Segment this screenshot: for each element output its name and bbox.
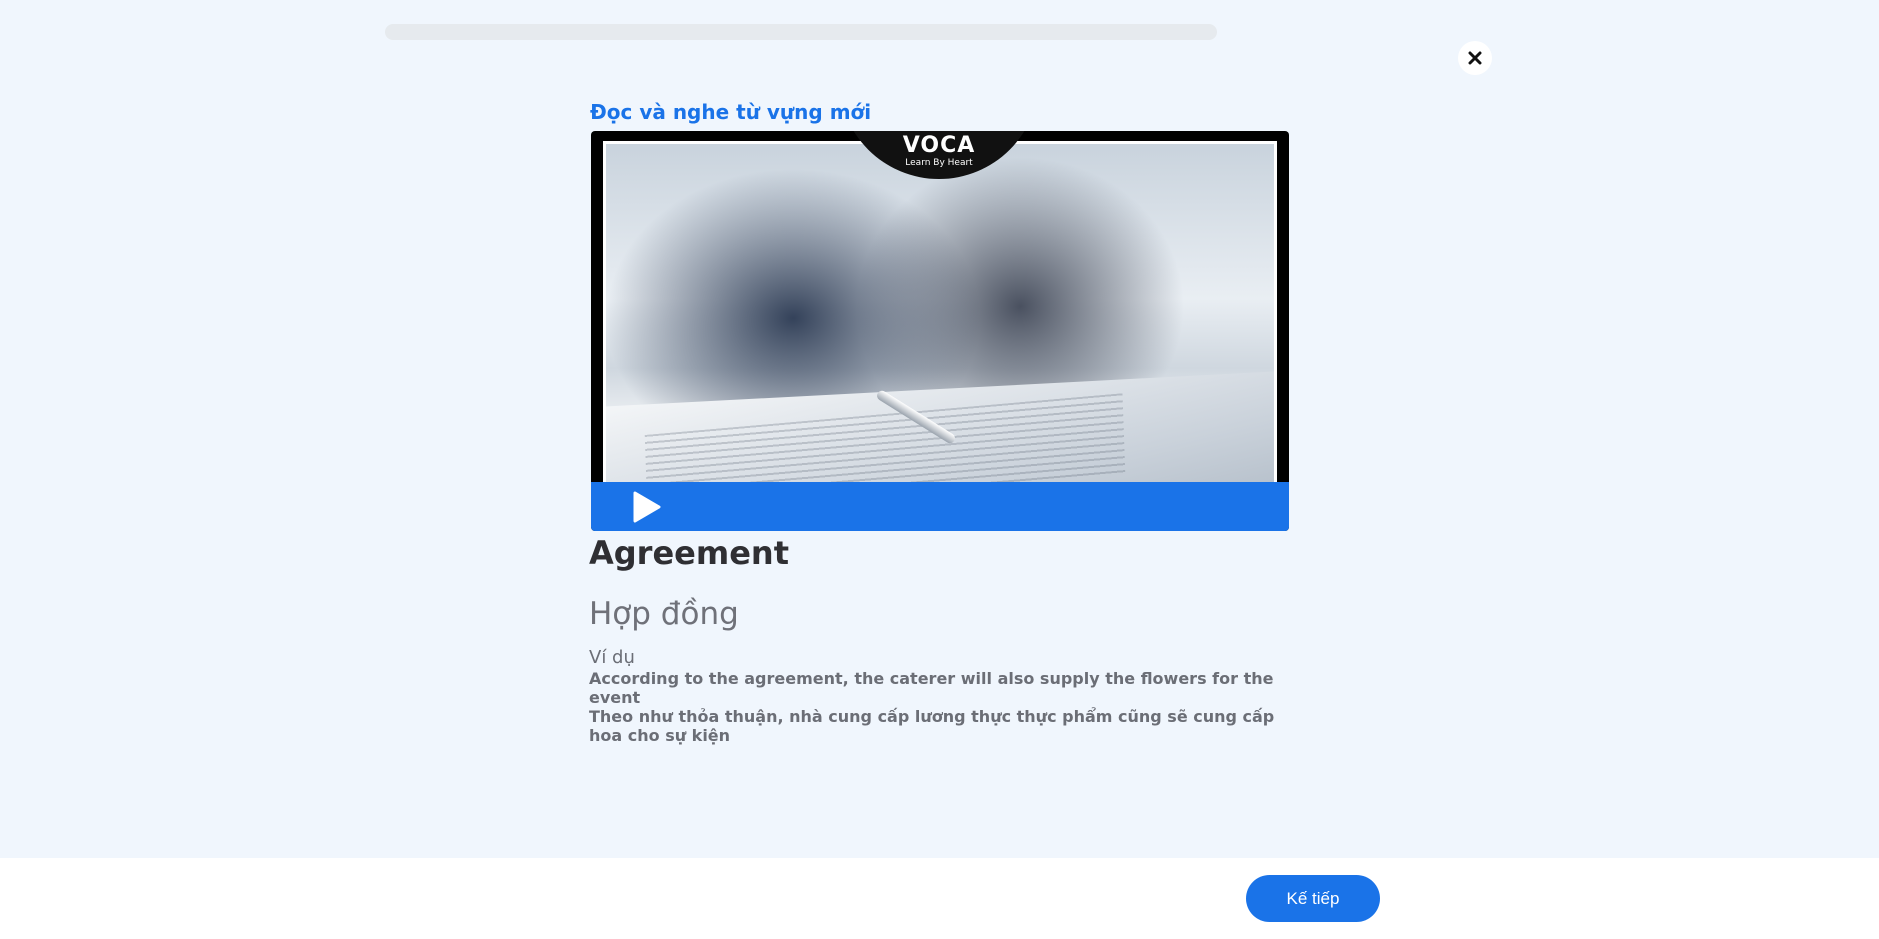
play-icon bbox=[633, 491, 661, 523]
vocab-translation: Hợp đồng bbox=[589, 596, 739, 632]
example-sentence-en: According to the agreement, the caterer … bbox=[589, 669, 1274, 707]
example-label: Ví dụ bbox=[589, 647, 635, 668]
vocab-illustration-image bbox=[603, 141, 1277, 531]
voca-logo-subtext: Learn By Heart bbox=[905, 158, 973, 168]
next-button[interactable]: Kế tiếp bbox=[1246, 875, 1380, 922]
voca-logo-text: VOCA bbox=[902, 133, 976, 158]
close-button[interactable] bbox=[1458, 41, 1492, 75]
lesson-progress-bar bbox=[385, 24, 1217, 40]
audio-player-bar bbox=[591, 482, 1289, 531]
play-button[interactable] bbox=[627, 490, 667, 524]
section-title: Đọc và nghe từ vựng mới bbox=[590, 100, 872, 124]
example-sentence-vi: Theo như thỏa thuận, nhà cung cấp lương … bbox=[589, 707, 1275, 745]
close-icon bbox=[1468, 51, 1482, 65]
vocab-word: Agreement bbox=[589, 534, 789, 572]
example-block: According to the agreement, the caterer … bbox=[589, 669, 1289, 745]
footer-bar bbox=[0, 858, 1879, 939]
vocab-media-player[interactable]: VOCA Learn By Heart bbox=[591, 131, 1289, 531]
